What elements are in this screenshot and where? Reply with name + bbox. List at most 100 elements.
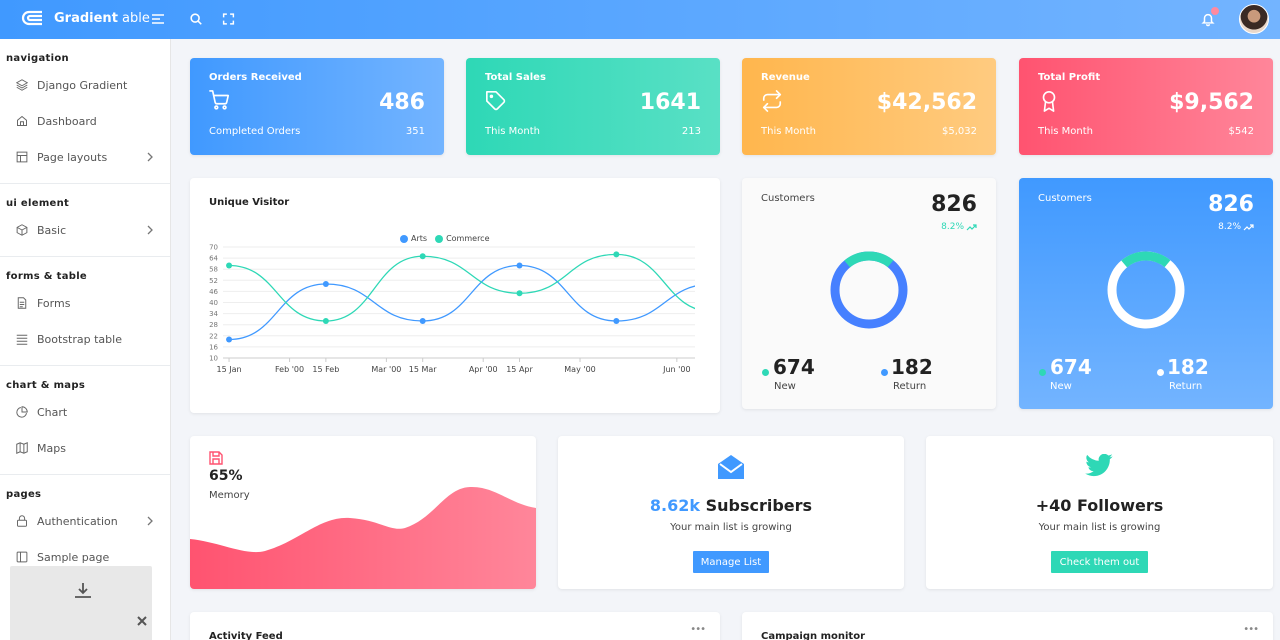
data-point-arts[interactable] (226, 336, 233, 343)
layout-icon (16, 151, 28, 163)
stat-value: $42,562 (876, 90, 977, 115)
y-tick-label: 28 (209, 321, 218, 329)
more-options-icon[interactable]: ••• (1243, 624, 1259, 635)
donut-segment-return[interactable] (1107, 251, 1185, 329)
y-tick-label: 16 (209, 343, 218, 351)
return-dot (1157, 369, 1164, 376)
data-point-arts[interactable] (419, 318, 426, 324)
unique-visitor-chart: 10 16 22 28 34 40 46 52 58 64 70 15 Jan Feb '00 15 Fe… (209, 244, 695, 374)
brand-name: Gradient able (54, 10, 150, 26)
memory-area-chart (190, 486, 536, 589)
stat-subtitle: This Month (1038, 126, 1093, 137)
data-point-arts[interactable] (516, 262, 523, 269)
donut-segment-return[interactable] (830, 251, 908, 329)
activity-feed-card: Activity Feed ••• (190, 612, 720, 640)
data-point-arts[interactable] (613, 318, 620, 324)
customers-value: 826 (1208, 192, 1254, 217)
customers-donut-chart (1106, 250, 1186, 330)
sidebar-item-maps[interactable]: Maps (0, 430, 170, 466)
revenue-card: Revenue $42,562 This Month $5,032 (742, 58, 996, 155)
customers-donut-chart (829, 250, 909, 330)
data-point-commerce[interactable] (322, 318, 329, 324)
return-value: 182 (891, 355, 933, 379)
donut-segment-new[interactable] (1106, 250, 1186, 330)
search-icon[interactable] (189, 11, 203, 27)
memory-card: 65% Memory (190, 436, 536, 589)
x-tick-label: 15 Apr (506, 365, 533, 374)
x-tick-label: Apr '00 (469, 365, 498, 374)
x-tick-label: Mar '00 (371, 365, 401, 374)
sidebar-item-label: Authentication (37, 514, 118, 528)
home-icon (17, 115, 27, 126)
stat-value: 1641 (639, 90, 701, 115)
customers-card-blue: Customers 826 8.2% 674 New 182 Return (1019, 178, 1273, 409)
trending-up-icon (1243, 224, 1254, 231)
y-tick-label: 58 (209, 266, 218, 274)
data-point-commerce[interactable] (613, 251, 620, 258)
twitter-icon (1085, 454, 1113, 477)
y-tick-label: 52 (209, 277, 218, 285)
download-icon (75, 583, 91, 598)
close-icon[interactable] (137, 616, 147, 626)
sidebar-item-django-gradient[interactable]: Django Gradient (0, 67, 170, 103)
x-tick-label: 15 Jan (217, 365, 242, 374)
sidebar-item-label: Sample page (37, 550, 110, 564)
file-text-icon (17, 297, 27, 309)
new-dot (1039, 369, 1046, 376)
brand-logo[interactable]: Gradient able (20, 9, 150, 27)
stat-title: Total Sales (485, 72, 546, 83)
subscribers-card: 8.62k Subscribers Your main list is grow… (558, 436, 904, 589)
sidebar-item-dashboard[interactable]: Dashboard (0, 103, 170, 139)
subscribers-count: 8.62k (649, 496, 701, 515)
chevron-right-icon (147, 152, 153, 162)
more-options-icon[interactable]: ••• (690, 624, 706, 635)
user-avatar[interactable] (1239, 4, 1269, 34)
chevron-right-icon (147, 225, 153, 235)
y-tick-label: 10 (209, 355, 218, 363)
subscribers-headline: 8.62k Subscribers (649, 496, 813, 515)
activity-feed-title: Activity Feed (209, 631, 283, 640)
data-point-commerce[interactable] (226, 262, 233, 269)
new-value: 674 (773, 355, 815, 379)
stat-sub-value: 351 (405, 126, 425, 137)
sidebar-caption: chart & maps (6, 380, 86, 391)
fullscreen-icon[interactable] (222, 11, 235, 27)
sidebar-item-forms[interactable]: Forms (0, 285, 170, 321)
stat-value: $9,562 (1169, 90, 1254, 115)
sidebar-item-authentication[interactable]: Authentication (0, 503, 170, 539)
y-tick-label: 70 (209, 244, 218, 252)
customers-value: 826 (931, 192, 977, 217)
y-tick-label: 22 (209, 332, 218, 340)
x-tick-label: May '00 (564, 365, 595, 374)
cart-icon (209, 90, 230, 110)
stat-subtitle: This Month (485, 126, 540, 137)
y-tick-label: 64 (209, 255, 218, 263)
data-point-arts[interactable] (322, 281, 329, 287)
manage-list-button[interactable]: Manage List (693, 551, 769, 573)
customers-card: Customers 826 8.2% 674 New 182 Return (742, 178, 996, 409)
x-tick-label: Feb '00 (275, 365, 304, 374)
sidebar-caption: ui element (6, 198, 70, 209)
sidebar-item-bootstrap-table[interactable]: Bootstrap table (0, 321, 170, 357)
mail-open-icon (718, 455, 744, 479)
map-icon (16, 442, 28, 454)
data-point-commerce[interactable] (516, 290, 523, 297)
customers-title: Customers (1038, 193, 1092, 204)
pie-chart-icon (16, 406, 28, 418)
x-tick-label: 15 Feb (312, 365, 339, 374)
check-them-out-button[interactable]: Check them out (1051, 551, 1148, 573)
chevron-right-icon (147, 516, 153, 526)
sidebar-item-basic[interactable]: Basic (0, 212, 170, 248)
menu-toggle-icon[interactable] (150, 11, 166, 27)
sidebar-item-chart[interactable]: Chart (0, 394, 170, 430)
donut-segment-new[interactable] (829, 250, 909, 330)
sidebar-item-label: Bootstrap table (37, 332, 122, 346)
followers-subtitle: Your main list is growing (1038, 522, 1161, 533)
data-point-commerce[interactable] (419, 253, 426, 260)
sidebar-item-label: Django Gradient (37, 78, 128, 92)
sidebar-item-page-layouts[interactable]: Page layouts (0, 139, 170, 175)
campaign-monitor-card: Campaign monitor ••• (742, 612, 1273, 640)
return-label: Return (1169, 381, 1203, 392)
customers-change: 8.2% (1218, 222, 1254, 232)
new-label: New (1050, 381, 1072, 392)
